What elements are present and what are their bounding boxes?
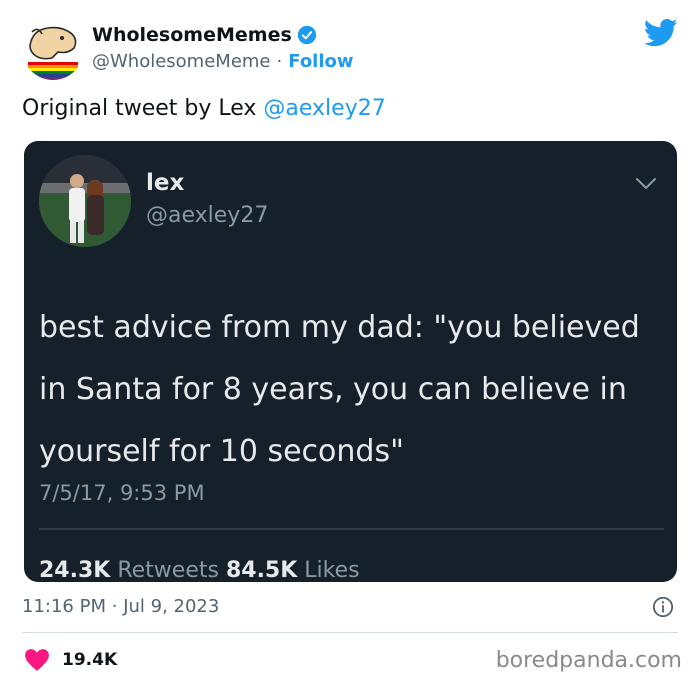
- divider: [22, 632, 678, 633]
- info-icon[interactable]: [652, 596, 674, 618]
- embedded-retweets-count: 24.3K: [39, 558, 111, 582]
- heart-icon: [25, 649, 49, 671]
- verified-badge-icon: [297, 25, 316, 45]
- tweet-header: WholesomeMemes @WholesomeMeme · Follow: [22, 14, 682, 84]
- account-avatar[interactable]: [22, 18, 84, 80]
- embedded-likes-label: Likes: [304, 558, 360, 582]
- twitter-bird-icon[interactable]: [644, 18, 678, 48]
- tweet-timestamp[interactable]: 11:16 PM · Jul 9, 2023: [22, 596, 219, 617]
- account-display-name[interactable]: WholesomeMemes: [92, 24, 292, 46]
- embedded-display-name: lex: [146, 170, 185, 196]
- embedded-timestamp: 7/5/17, 9:53 PM: [39, 481, 205, 505]
- tweet-date: Jul 9, 2023: [123, 596, 220, 617]
- tweet-text: Original tweet by Lex @aexley27: [22, 96, 386, 121]
- embedded-handle: @aexley27: [146, 203, 269, 228]
- tweet-mention-link[interactable]: @aexley27: [263, 96, 385, 121]
- like-count: 19.4K: [62, 650, 118, 670]
- chevron-down-icon: [636, 178, 656, 189]
- embedded-likes-count: 84.5K: [225, 558, 298, 582]
- account-handle-row: @WholesomeMeme · Follow: [92, 51, 354, 72]
- embedded-stats: 24.3K Retweets 84.5K Likes: [39, 558, 360, 582]
- follow-button[interactable]: Follow: [288, 51, 353, 72]
- like-button[interactable]: 19.4K: [24, 648, 117, 672]
- account-name-row: WholesomeMemes: [92, 24, 317, 46]
- tweet-text-prefix: Original tweet by Lex: [22, 96, 264, 121]
- separator-dot: ·: [111, 596, 118, 617]
- embedded-retweets-label: Retweets: [117, 558, 219, 582]
- account-handle[interactable]: @WholesomeMeme: [92, 51, 271, 72]
- tweet-time: 11:16 PM: [22, 596, 106, 617]
- embedded-tweet-image[interactable]: lex @aexley27 best advice from my dad: "…: [24, 141, 677, 582]
- separator-dot: ·: [276, 51, 283, 72]
- embedded-divider: [39, 528, 664, 530]
- embedded-tweet-body: best advice from my dad: "you believed i…: [39, 310, 640, 469]
- embedded-avatar: [39, 155, 131, 247]
- watermark: boredpanda.com: [495, 648, 682, 673]
